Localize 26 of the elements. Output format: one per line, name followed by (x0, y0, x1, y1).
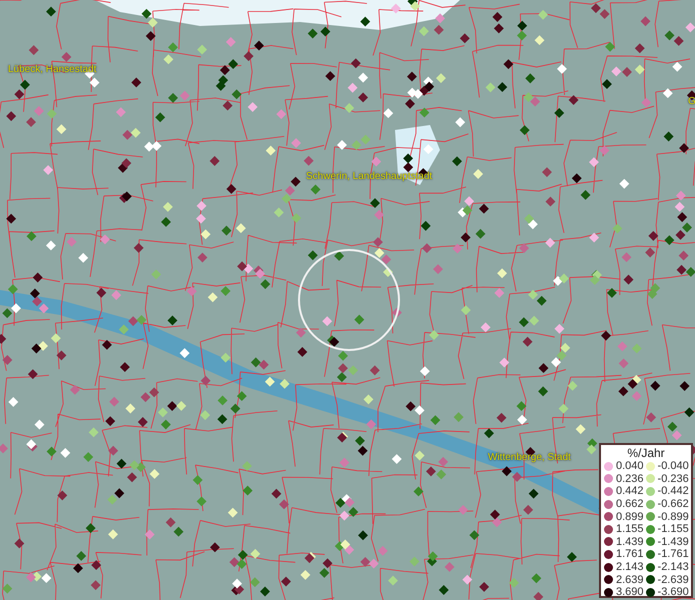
legend-value: 0.040 (616, 460, 644, 472)
legend-value: -0.040 (658, 460, 689, 472)
legend-value: 1.439 (616, 536, 644, 548)
legend-value: 2.639 (616, 574, 644, 586)
legend-value: -0.899 (658, 510, 689, 523)
legend-value: 2.143 (616, 561, 644, 574)
legend-title: %/Jahr (626, 446, 666, 460)
legend-value: 0.662 (616, 498, 644, 510)
legend-value: -0.442 (658, 485, 689, 498)
legend-value: 0.899 (616, 510, 644, 523)
legend-value: 1.761 (616, 548, 644, 560)
legend-value: -0.236 (658, 472, 689, 485)
legend-value: -1.155 (658, 523, 689, 536)
legend-value: -1.439 (658, 536, 689, 548)
legend-value: 0.236 (616, 472, 644, 485)
legend-value: -2.143 (658, 561, 689, 574)
selection-circle-icon (298, 249, 400, 351)
legend-value: -3.690 (658, 586, 689, 598)
legend-value: 3.690 (616, 586, 644, 598)
legend-value: -0.662 (658, 498, 689, 510)
legend-value: -1.761 (658, 548, 689, 560)
legend-value: 0.442 (616, 485, 644, 498)
place-label: G (688, 96, 695, 107)
legend-value: 1.155 (616, 523, 644, 536)
map-drawing[interactable] (0, 0, 695, 600)
legend-value: -2.639 (658, 574, 689, 586)
